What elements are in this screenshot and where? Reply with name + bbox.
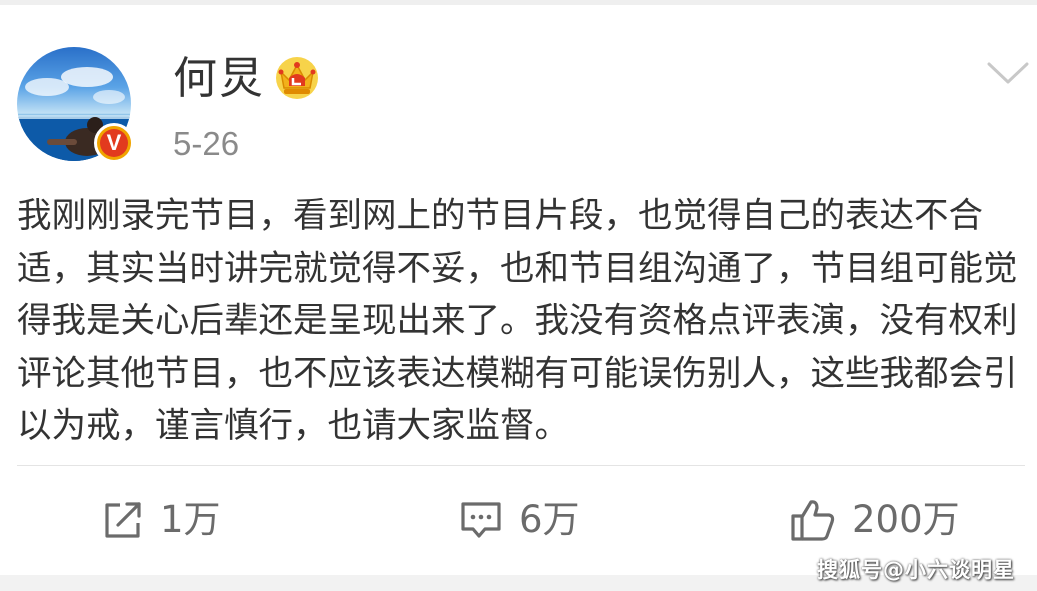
like-button[interactable]: 200万 (790, 497, 960, 543)
comment-count: 6万 (519, 498, 580, 541)
verified-badge: V (94, 123, 134, 163)
top-bar (0, 0, 1037, 5)
watermark: 搜狐号@小六谈明星 (817, 558, 1015, 582)
post-text: 我刚刚录完节目，看到网上的节目片段，也觉得自己的表达不合适，其实当时讲完就觉得不… (17, 196, 1018, 446)
repost-button[interactable]: 1万 (102, 497, 221, 543)
repost-count: 1万 (160, 498, 221, 541)
comment-button[interactable]: 6万 (459, 497, 580, 543)
thumbs-up-icon (791, 500, 835, 541)
comment-icon (461, 502, 501, 538)
verified-badge-letter: V (100, 129, 128, 157)
share-icon (105, 502, 141, 538)
chevron-down-icon[interactable] (986, 58, 1030, 88)
author-name[interactable]: 何炅 (173, 52, 265, 106)
like-count: 200万 (852, 498, 960, 541)
divider (17, 465, 1025, 466)
post-date: 5-26 (173, 125, 240, 162)
vip-crown-icon (276, 57, 318, 99)
